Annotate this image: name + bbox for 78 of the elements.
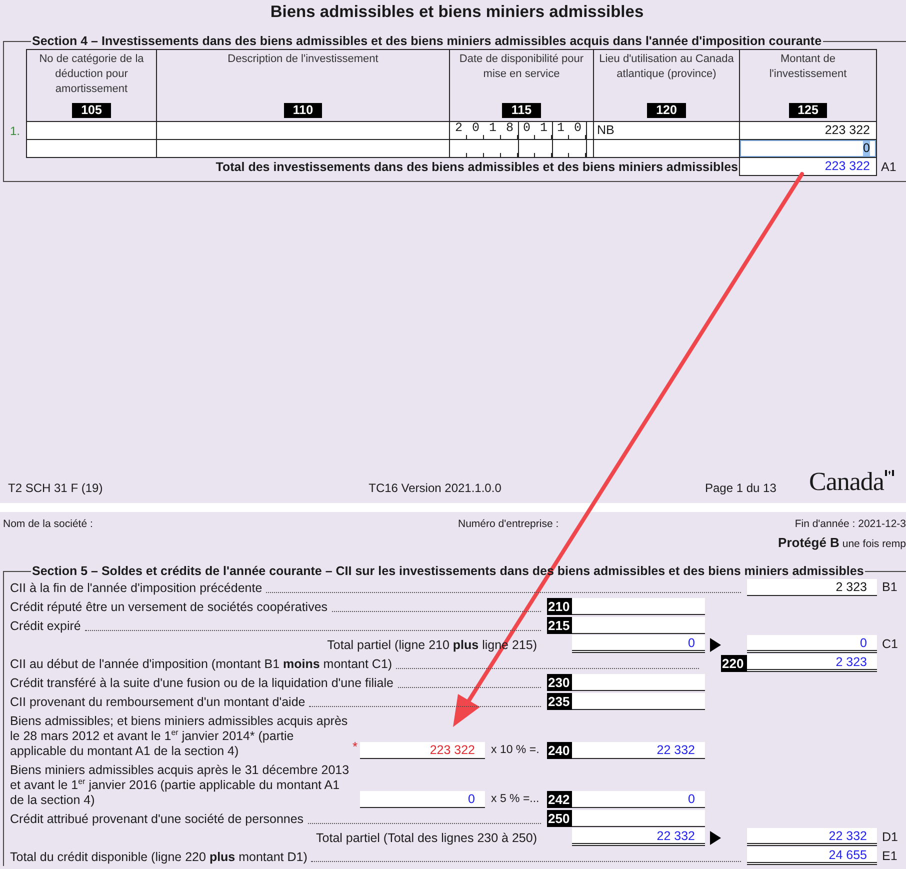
line-code: 250 [547,810,572,827]
amount-field[interactable]: 0 [360,791,485,808]
line-code: 115 [502,103,541,118]
row-label: Crédit expiré [10,619,81,634]
line-code: 230 [547,674,572,691]
amount-field[interactable]: 223 322 [739,157,877,176]
rate-label: x 5 % =... [490,792,540,807]
rate-label: x 10 % =. [490,743,540,758]
line-code: 125 [788,103,828,118]
row-label: Biens admissibles; et biens miniers admissibles acquis après le 28 mars 2012 et avant le 1$^{er}$ janvier 2014* (partie applicable du montant A1 de la section 4) [10,714,349,759]
amount-field[interactable]: 0 [572,791,705,808]
input-field[interactable] [26,121,157,140]
column-header: Montant de l'investissement [768,52,848,82]
line-letter: D1 [882,830,898,844]
column-header: Lieu d'utilisation au Canada atlantique (province) [598,52,735,82]
input-field[interactable] [156,139,450,158]
line-code: 215 [547,617,572,634]
amount-field[interactable]: 223 322 [739,121,877,140]
line-letter: E1 [882,849,898,863]
amount-field[interactable]: 22 332 [572,742,705,759]
line-letter: B1 [882,580,898,594]
year-end-label: Fin d'année : 2021-12-3 [794,518,906,530]
line-code: 220 [721,655,747,672]
row-label: Total partiel (Total des lignes 230 à 250) [316,831,537,846]
column-header: No de catégorie de la déduction pour amortissement [38,52,145,97]
triangle-icon [710,638,721,652]
amount-field[interactable] [572,598,705,615]
amount-field[interactable]: 0 [572,635,705,653]
amount-field[interactable]: 0 [747,635,877,653]
amount-field[interactable]: 22 332 [747,828,877,846]
row-label: Biens miniers admissibles acquis après le 31 décembre 2013 et avant le 1$^{er}$ janvier 2016 (partie applicable du montant A1 de la section 4) [10,763,350,808]
line-code: 110 [284,103,322,118]
version-label: TC16 Version 2021.1.0.0 [368,481,502,495]
column-header: Date de disponibilité pour mise en service [458,52,585,82]
row-label: Crédit transféré à la suite d'une fusion ou de la liquidation d'une filiale [10,676,394,691]
amount-field[interactable]: 2 323 [747,579,877,596]
line-letter: A1 [881,160,896,174]
form-title: Biens admissibles et biens miniers admissibles [270,3,644,22]
field-label: Nom de la société : [3,518,94,530]
field-label: Numéro d'entreprise : [458,518,560,530]
row-label: Crédit réputé être un versement de sociétés coopératives [10,600,328,615]
total-label: Total des investissements dans des biens admissibles et des biens miniers admissibles [216,160,738,174]
row-label: CII au début de l'année d'imposition (montant B1 moins montant C1) [10,657,392,672]
line-code: 242 [547,791,572,808]
amount-field[interactable]: 2 323 [747,654,877,672]
line-code: 235 [547,693,572,710]
amount-field[interactable] [572,617,705,634]
protection-note: Protégé B une fois remp [778,538,906,550]
line-code: 105 [72,103,111,118]
row-label: Total du crédit disponible (ligne 220 plus montant D1) [10,850,308,865]
amount-field[interactable] [572,810,705,827]
wordmark: Canada [809,469,884,495]
date-field[interactable] [449,139,594,158]
input-field[interactable] [593,139,740,158]
line-letter: C1 [882,637,898,651]
amount-field[interactable] [572,674,705,691]
line-code: 240 [547,742,572,759]
amount-field[interactable]: 0 [739,139,877,158]
input-field[interactable] [156,121,450,140]
amount-field[interactable]: 22 332 [572,828,705,846]
row-number: 1. [10,124,20,138]
amount-field[interactable]: 24 655 [747,847,877,865]
form-code: T2 SCH 31 F (19) [8,481,104,495]
line-code: 210 [547,598,572,615]
section-title: Section 4 – Investissements dans des biens admissibles et des biens miniers admissibles acquis dans l'année d'imposition courante [31,34,823,48]
amount-field[interactable] [572,693,705,710]
row-label: CII à la fin de l'année d'imposition précédente [10,581,262,596]
column-header: Description de l'investissement [228,52,378,67]
required-mark: * [352,739,358,754]
triangle-icon [710,831,721,845]
line-code: 120 [647,103,686,118]
amount-field[interactable]: 223 322 [360,742,485,759]
flag-icon [884,470,894,476]
input-field[interactable]: NB [593,121,740,140]
input-field[interactable] [26,139,157,158]
page-number: Page 1 du 13 [705,481,778,495]
row-label: CII provenant du remboursement d'un montant d'aide [10,695,306,710]
row-label: Crédit attribué provenant d'une société de personnes [10,812,304,827]
